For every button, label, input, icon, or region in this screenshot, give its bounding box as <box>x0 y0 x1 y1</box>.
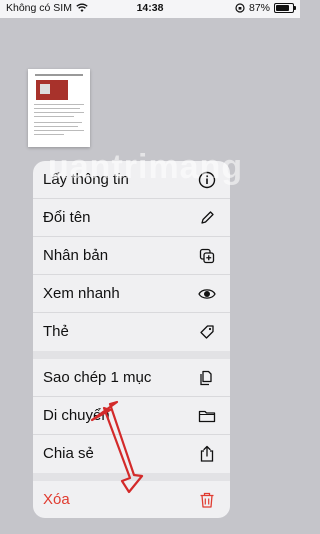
annotation-arrow <box>90 400 144 494</box>
